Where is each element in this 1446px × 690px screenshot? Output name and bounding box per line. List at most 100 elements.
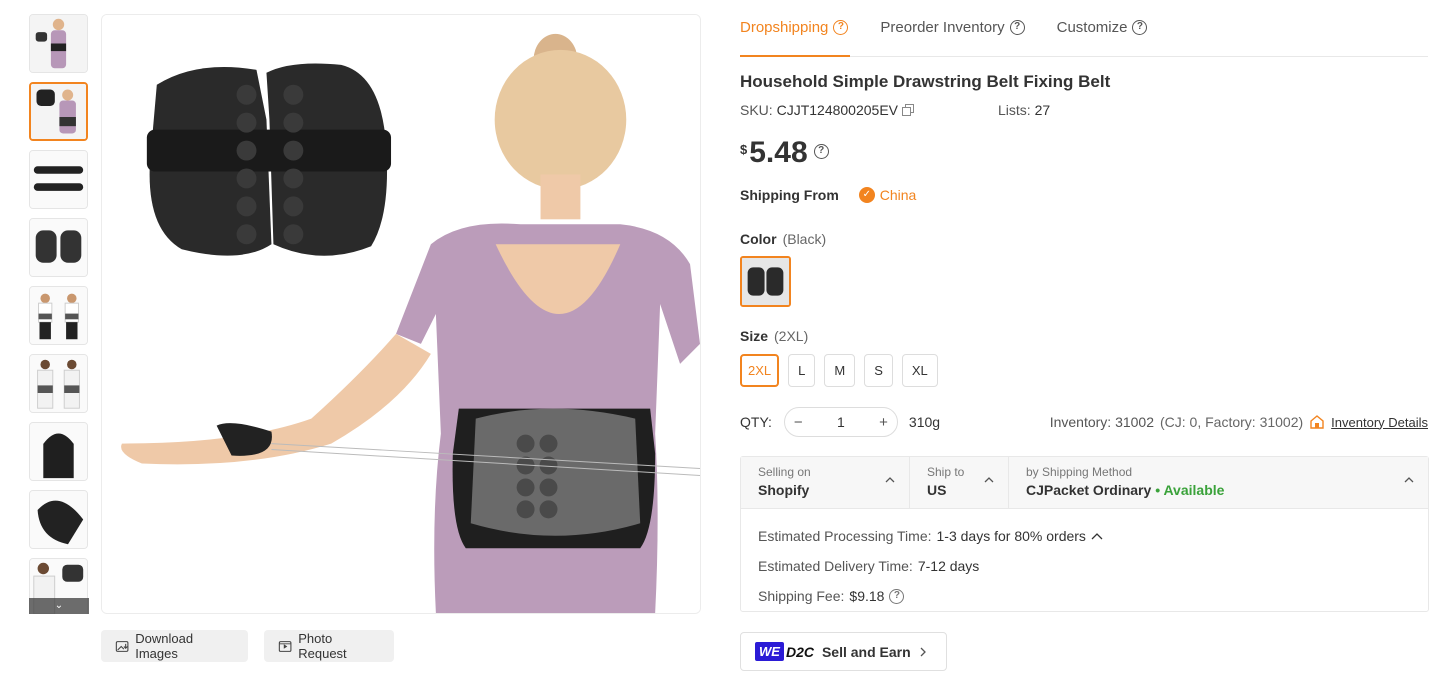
shipping-panel: Selling on Shopify Ship to US by Shippin… bbox=[740, 456, 1429, 612]
color-row: Color (Black) bbox=[740, 231, 826, 247]
help-icon[interactable]: ? bbox=[1009, 19, 1025, 35]
photo-request-label: Photo Request bbox=[298, 631, 347, 661]
help-icon[interactable]: ? bbox=[889, 588, 905, 604]
shipping-from-row: Shipping From ✓ China bbox=[740, 187, 916, 203]
warehouse-option-china[interactable]: ✓ China bbox=[858, 187, 917, 203]
tab-customize-label: Customize bbox=[1056, 18, 1128, 36]
sell-and-earn-button[interactable]: WE D2C Sell and Earn bbox=[740, 632, 947, 671]
warehouse-icon bbox=[1310, 415, 1324, 429]
plus-icon[interactable]: + bbox=[879, 414, 888, 431]
delivery-time-label: Estimated Delivery Time: bbox=[758, 558, 913, 574]
download-images-label: Download Images bbox=[135, 631, 194, 661]
shipping-method-label: by Shipping Method bbox=[1026, 465, 1133, 479]
shipping-method-value: CJPacket Ordinary bbox=[1026, 482, 1152, 498]
thumbnail-5[interactable] bbox=[29, 286, 88, 345]
inventory-total: Inventory: 31002 bbox=[1049, 414, 1154, 430]
quantity-row: QTY: − 1 + 310g Inventory: 31002 (CJ: 0,… bbox=[740, 406, 1428, 438]
tab-dropshipping[interactable]: Dropshipping ? bbox=[740, 0, 851, 57]
size-option-2xl[interactable]: 2XL bbox=[740, 354, 780, 387]
tab-preorder-inventory[interactable]: Preorder Inventory ? bbox=[880, 0, 1025, 54]
inventory-details-link[interactable]: Inventory Details bbox=[1331, 415, 1428, 430]
price-value: 5.48 bbox=[749, 136, 808, 169]
processing-time-value: 1-3 days for 80% orders bbox=[936, 528, 1086, 544]
size-option-m[interactable]: M bbox=[824, 354, 856, 387]
price: $ 5.48 ? bbox=[740, 136, 829, 170]
ship-to-value: US bbox=[927, 482, 947, 498]
photo-request-button[interactable]: Photo Request bbox=[264, 630, 394, 662]
thumbnail-3[interactable] bbox=[29, 150, 88, 209]
thumbnail-7[interactable] bbox=[29, 422, 88, 481]
shipping-method-select[interactable]: by Shipping Method CJPacket Ordinary • A… bbox=[1008, 457, 1428, 508]
delivery-time-value: 7-12 days bbox=[917, 558, 980, 574]
price-currency: $ bbox=[740, 142, 748, 157]
thumbnail-scroll-down-icon[interactable]: ⌄ bbox=[29, 598, 89, 614]
download-image-icon bbox=[115, 640, 129, 652]
chevron-up-icon bbox=[885, 477, 895, 483]
tab-customize[interactable]: Customize ? bbox=[1057, 0, 1148, 54]
sku-label: SKU: bbox=[740, 102, 773, 118]
size-option-xl[interactable]: XL bbox=[901, 354, 938, 387]
shipping-fee-label: Shipping Fee: bbox=[758, 588, 845, 604]
ship-to-select[interactable]: Ship to US bbox=[909, 457, 1008, 508]
chevron-up-icon[interactable] bbox=[1091, 531, 1103, 541]
product-title: Household Simple Drawstring Belt Fixing … bbox=[740, 72, 1111, 91]
quantity-input[interactable]: 1 bbox=[837, 414, 845, 430]
chevron-right-icon bbox=[920, 647, 926, 656]
shipping-method-value-row: CJPacket Ordinary • Available bbox=[1026, 482, 1428, 498]
lists-value: 27 bbox=[1034, 102, 1051, 118]
shipping-fee-row: Shipping Fee: $9.18 ? bbox=[758, 581, 1428, 611]
inventory-breakdown: (CJ: 0, Factory: 31002) bbox=[1160, 414, 1304, 430]
minus-icon[interactable]: − bbox=[794, 414, 803, 431]
shipping-selectors: Selling on Shopify Ship to US by Shippin… bbox=[741, 457, 1428, 509]
weight: 310g bbox=[908, 414, 941, 430]
tab-preorder-label: Preorder Inventory bbox=[880, 18, 1005, 36]
processing-time-row: Estimated Processing Time: 1-3 days for … bbox=[758, 521, 1428, 551]
copy-icon[interactable] bbox=[901, 104, 914, 116]
thumbnail-4[interactable] bbox=[29, 218, 88, 277]
we-logo: WE bbox=[755, 642, 784, 661]
help-icon[interactable]: ? bbox=[833, 19, 849, 35]
qty-label: QTY: bbox=[740, 414, 772, 430]
size-option-s[interactable]: S bbox=[864, 354, 893, 387]
help-icon[interactable]: ? bbox=[813, 144, 829, 159]
sell-and-earn-label: Sell and Earn bbox=[821, 643, 911, 660]
check-circle-icon: ✓ bbox=[858, 187, 875, 203]
quantity-stepper: − 1 + bbox=[783, 407, 898, 437]
chevron-up-icon bbox=[984, 477, 994, 483]
thumbnail-6[interactable] bbox=[29, 354, 88, 413]
thumbnail-8[interactable] bbox=[29, 490, 88, 549]
size-selected: (2XL) bbox=[774, 328, 809, 344]
thumbnail-2[interactable] bbox=[29, 82, 88, 141]
processing-time-label: Estimated Processing Time: bbox=[758, 528, 932, 544]
shipping-fee-value: $9.18 bbox=[849, 588, 885, 604]
shipping-estimates: Estimated Processing Time: 1-3 days for … bbox=[741, 509, 1428, 611]
download-images-button[interactable]: Download Images bbox=[101, 630, 248, 662]
lists-label: Lists: bbox=[998, 102, 1031, 118]
sku-info: SKU: CJJT124800205EV bbox=[740, 102, 914, 118]
size-label: Size bbox=[740, 328, 769, 344]
color-label: Color bbox=[740, 231, 777, 247]
shipping-from-label: Shipping From bbox=[740, 187, 839, 203]
tab-dropshipping-label: Dropshipping bbox=[740, 18, 829, 36]
purchase-tabs: Dropshipping ? Preorder Inventory ? Cust… bbox=[740, 0, 1428, 57]
belt-illustration bbox=[146, 63, 392, 256]
thumbnail-1[interactable] bbox=[29, 14, 88, 73]
availability-status: • Available bbox=[1155, 482, 1225, 498]
chevron-up-icon bbox=[1404, 477, 1414, 483]
size-options: 2XL L M S XL bbox=[740, 354, 938, 387]
selling-on-select[interactable]: Selling on Shopify bbox=[741, 457, 909, 508]
color-swatch-black[interactable] bbox=[740, 256, 791, 307]
main-product-image bbox=[101, 14, 701, 614]
inventory-info: Inventory: 31002 (CJ: 0, Factory: 31002)… bbox=[1050, 414, 1428, 430]
size-row: Size (2XL) bbox=[740, 328, 808, 344]
lists-info: Lists: 27 bbox=[998, 102, 1050, 118]
video-icon bbox=[278, 640, 292, 652]
warehouse-china-label: China bbox=[879, 187, 917, 203]
thumbnail-strip: ⌄ bbox=[29, 14, 89, 614]
size-option-l[interactable]: L bbox=[788, 354, 816, 387]
delivery-time-row: Estimated Delivery Time: 7-12 days bbox=[758, 551, 1428, 581]
help-icon[interactable]: ? bbox=[1132, 19, 1148, 35]
color-selected: (Black) bbox=[782, 231, 827, 247]
sku-value: CJJT124800205EV bbox=[776, 102, 898, 118]
ship-to-label: Ship to bbox=[927, 465, 965, 479]
